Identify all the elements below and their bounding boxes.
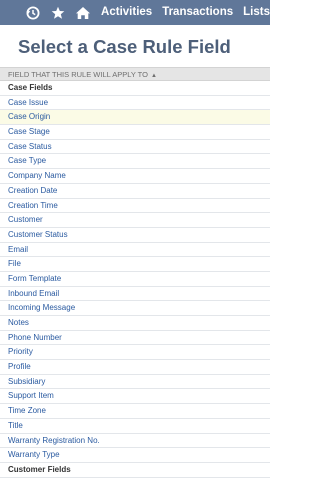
field-link[interactable]: File <box>0 257 270 272</box>
field-link[interactable]: Phone Number <box>0 331 270 346</box>
field-link[interactable]: Title <box>0 419 270 434</box>
field-link[interactable]: Inbound Email <box>0 287 270 302</box>
field-link[interactable]: Company Name <box>0 169 270 184</box>
star-icon[interactable] <box>49 0 66 25</box>
field-link[interactable]: Case Issue <box>0 96 270 111</box>
nav-link-activities[interactable]: Activities <box>101 0 152 25</box>
column-header[interactable]: FIELD THAT THIS RULE WILL APPLY TO ▲ <box>0 67 270 81</box>
field-link[interactable]: Notes <box>0 316 270 331</box>
top-navbar: Activities Transactions Lists <box>0 0 270 25</box>
field-link[interactable]: Case Status <box>0 140 270 155</box>
field-link[interactable]: Form Template <box>0 272 270 287</box>
field-link[interactable]: Case Type <box>0 154 270 170</box>
field-link[interactable]: Case Origin <box>0 110 270 126</box>
field-link[interactable]: Support Item <box>0 389 270 405</box>
page-title: Select a Case Rule Field <box>18 36 231 57</box>
field-link[interactable]: Customer <box>0 213 270 228</box>
home-icon[interactable] <box>74 0 91 25</box>
nav-link-lists[interactable]: Lists <box>243 0 270 25</box>
field-link[interactable]: Case Stage <box>0 125 270 140</box>
group-header: Case Fields <box>0 81 270 96</box>
field-link[interactable]: Time Zone <box>0 404 270 419</box>
field-link[interactable]: Customer Status <box>0 228 270 243</box>
recent-icon[interactable] <box>24 0 41 25</box>
nav-link-transactions[interactable]: Transactions <box>162 0 233 25</box>
field-link[interactable]: Creation Date <box>0 184 270 199</box>
column-header-label: FIELD THAT THIS RULE WILL APPLY TO <box>8 70 148 79</box>
field-link[interactable]: Creation Time <box>0 199 270 214</box>
field-link[interactable]: Warranty Registration No. <box>0 434 270 449</box>
field-link[interactable]: Profile <box>0 360 270 375</box>
case-rule-field-list: FIELD THAT THIS RULE WILL APPLY TO ▲ Cas… <box>0 67 270 478</box>
group-header: Customer Fields <box>0 463 270 478</box>
field-link[interactable]: Warranty Type <box>0 448 270 463</box>
field-link[interactable]: Priority <box>0 345 270 361</box>
field-link[interactable]: Subsidiary <box>0 375 270 390</box>
sort-ascending-icon: ▲ <box>151 73 157 79</box>
field-link[interactable]: Incoming Message <box>0 301 270 316</box>
field-link[interactable]: Email <box>0 243 270 258</box>
